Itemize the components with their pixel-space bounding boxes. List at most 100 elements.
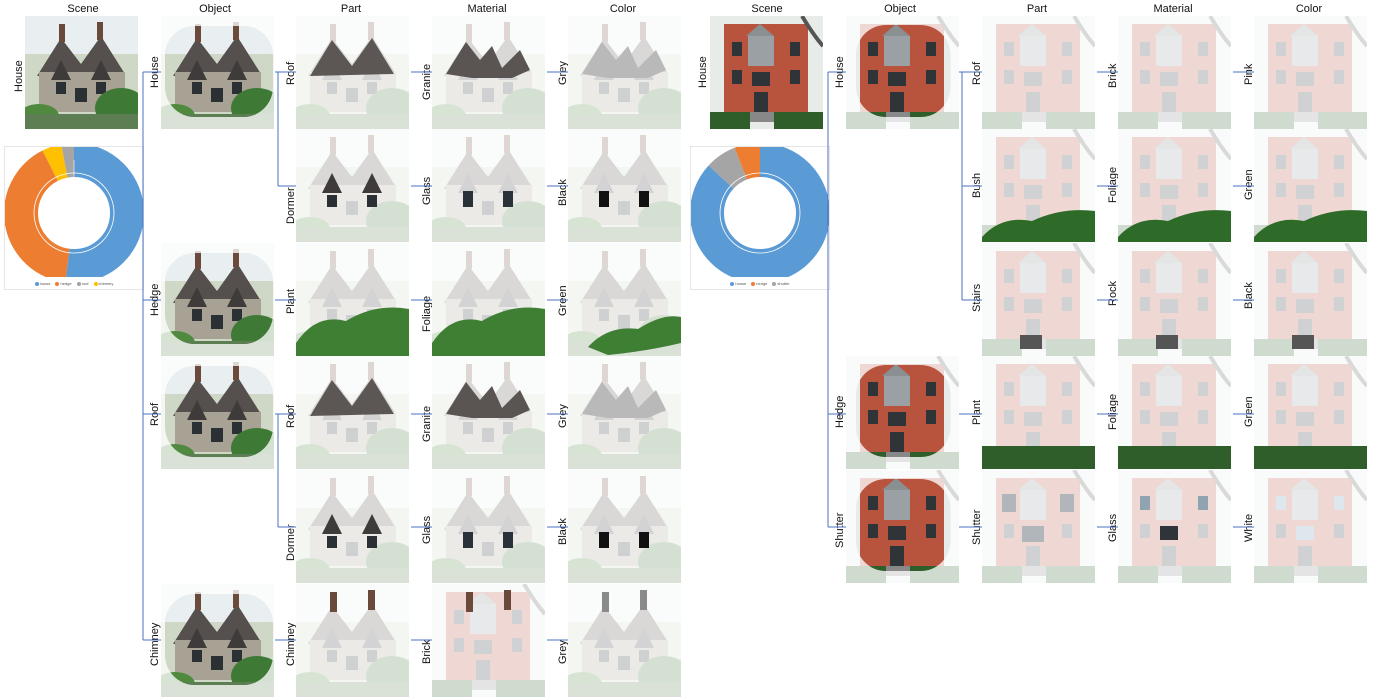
tile-picture: [568, 356, 681, 469]
scene-label: House: [697, 56, 709, 88]
material-image: [432, 356, 545, 469]
material-image: [432, 129, 545, 242]
tile-picture: [846, 470, 959, 583]
hierarchy-donut-chart: house hedge shutter: [690, 143, 830, 290]
tile-picture: [982, 356, 1095, 469]
tile-picture: [1118, 16, 1231, 129]
part-image: [296, 356, 409, 469]
legend-house: house: [39, 281, 51, 286]
material-image: [1118, 16, 1231, 129]
tile-picture: [161, 356, 274, 469]
scene-image: [25, 16, 138, 129]
tile-picture: [432, 16, 545, 129]
donut-svg: [690, 143, 830, 283]
part-image: [296, 129, 409, 242]
color-image: [568, 356, 681, 469]
scene-image: [710, 16, 823, 129]
tile-picture: [432, 356, 545, 469]
tile-picture: [1118, 243, 1231, 356]
part-image: [982, 356, 1095, 469]
tile-picture: [568, 470, 681, 583]
material-image: [1118, 129, 1231, 242]
part-image: [982, 16, 1095, 129]
tile-picture: [432, 470, 545, 583]
legend-house: house: [735, 281, 747, 286]
tile-picture: [296, 584, 409, 697]
color-image: [1254, 470, 1367, 583]
tile-picture: [982, 470, 1095, 583]
tile-picture: [1118, 129, 1231, 242]
material-image: [1118, 470, 1231, 583]
color-image: [568, 16, 681, 129]
tile-picture: [846, 16, 959, 129]
tile-picture: [982, 243, 1095, 356]
tile-picture: [568, 16, 681, 129]
tile-picture: [432, 243, 545, 356]
part-image: [982, 470, 1095, 583]
donut-svg: [4, 143, 144, 283]
legend-shutter: shutter: [777, 281, 790, 286]
legend-hedge: hedge: [756, 281, 768, 286]
tile-picture: [568, 129, 681, 242]
header-material: Material: [1153, 3, 1193, 15]
donut-legend: house hedge shutter: [691, 281, 829, 286]
tile-picture: [1254, 356, 1367, 469]
object-label-shutter: Shutter: [834, 512, 846, 548]
object-image-hedge: [161, 243, 274, 356]
tile-picture: [296, 356, 409, 469]
color-image: [568, 243, 681, 356]
scene-label: House: [13, 60, 25, 92]
header-part: Part: [1026, 3, 1048, 15]
part-image: [296, 470, 409, 583]
header-object: Object: [199, 3, 231, 15]
tile-picture: [161, 584, 274, 697]
header-material: Material: [467, 3, 507, 15]
tile-picture: [296, 16, 409, 129]
tile-picture: [1254, 129, 1367, 242]
object-image-shutter: [846, 470, 959, 583]
material-image: [432, 16, 545, 129]
object-label-house: House: [834, 56, 846, 88]
header-color: Color: [609, 3, 637, 15]
tile-picture: [432, 584, 545, 697]
header-scene: Scene: [751, 3, 783, 15]
header-scene: Scene: [67, 3, 99, 15]
object-image-roof: [161, 356, 274, 469]
part-image: [296, 16, 409, 129]
material-image: [1118, 356, 1231, 469]
tile-picture: [846, 356, 959, 469]
tile-picture: [161, 243, 274, 356]
tile-picture: [1118, 470, 1231, 583]
hierarchy-donut-chart: house hedge roof chimney: [4, 143, 144, 290]
object-label-roof: Roof: [149, 402, 161, 426]
color-image: [1254, 243, 1367, 356]
color-image: [1254, 16, 1367, 129]
material-image: [432, 243, 545, 356]
object-label-house: House: [149, 56, 161, 88]
header-object: Object: [884, 3, 916, 15]
header-color: Color: [1295, 3, 1323, 15]
part-image: [982, 243, 1095, 356]
tile-picture: [710, 16, 823, 129]
object-image-house: [846, 16, 959, 129]
object-label-chimney: Chimney: [149, 622, 161, 666]
legend-chimney: chimney: [98, 281, 114, 286]
part-image: [296, 584, 409, 697]
tile-picture: [296, 129, 409, 242]
part-image: [982, 129, 1095, 242]
color-image: [568, 470, 681, 583]
tile-picture: [25, 16, 138, 129]
tile-picture: [1254, 16, 1367, 129]
material-image: [432, 470, 545, 583]
color-image: [1254, 129, 1367, 242]
legend-hedge: hedge: [60, 281, 72, 286]
material-image: [1118, 243, 1231, 356]
tile-picture: [296, 470, 409, 583]
tile-picture: [982, 129, 1095, 242]
material-image: [432, 584, 545, 697]
object-image-house: [161, 16, 274, 129]
tile-picture: [1254, 243, 1367, 356]
tile-picture: [1254, 470, 1367, 583]
tile-picture: [568, 584, 681, 697]
object-image-chimney: [161, 584, 274, 697]
